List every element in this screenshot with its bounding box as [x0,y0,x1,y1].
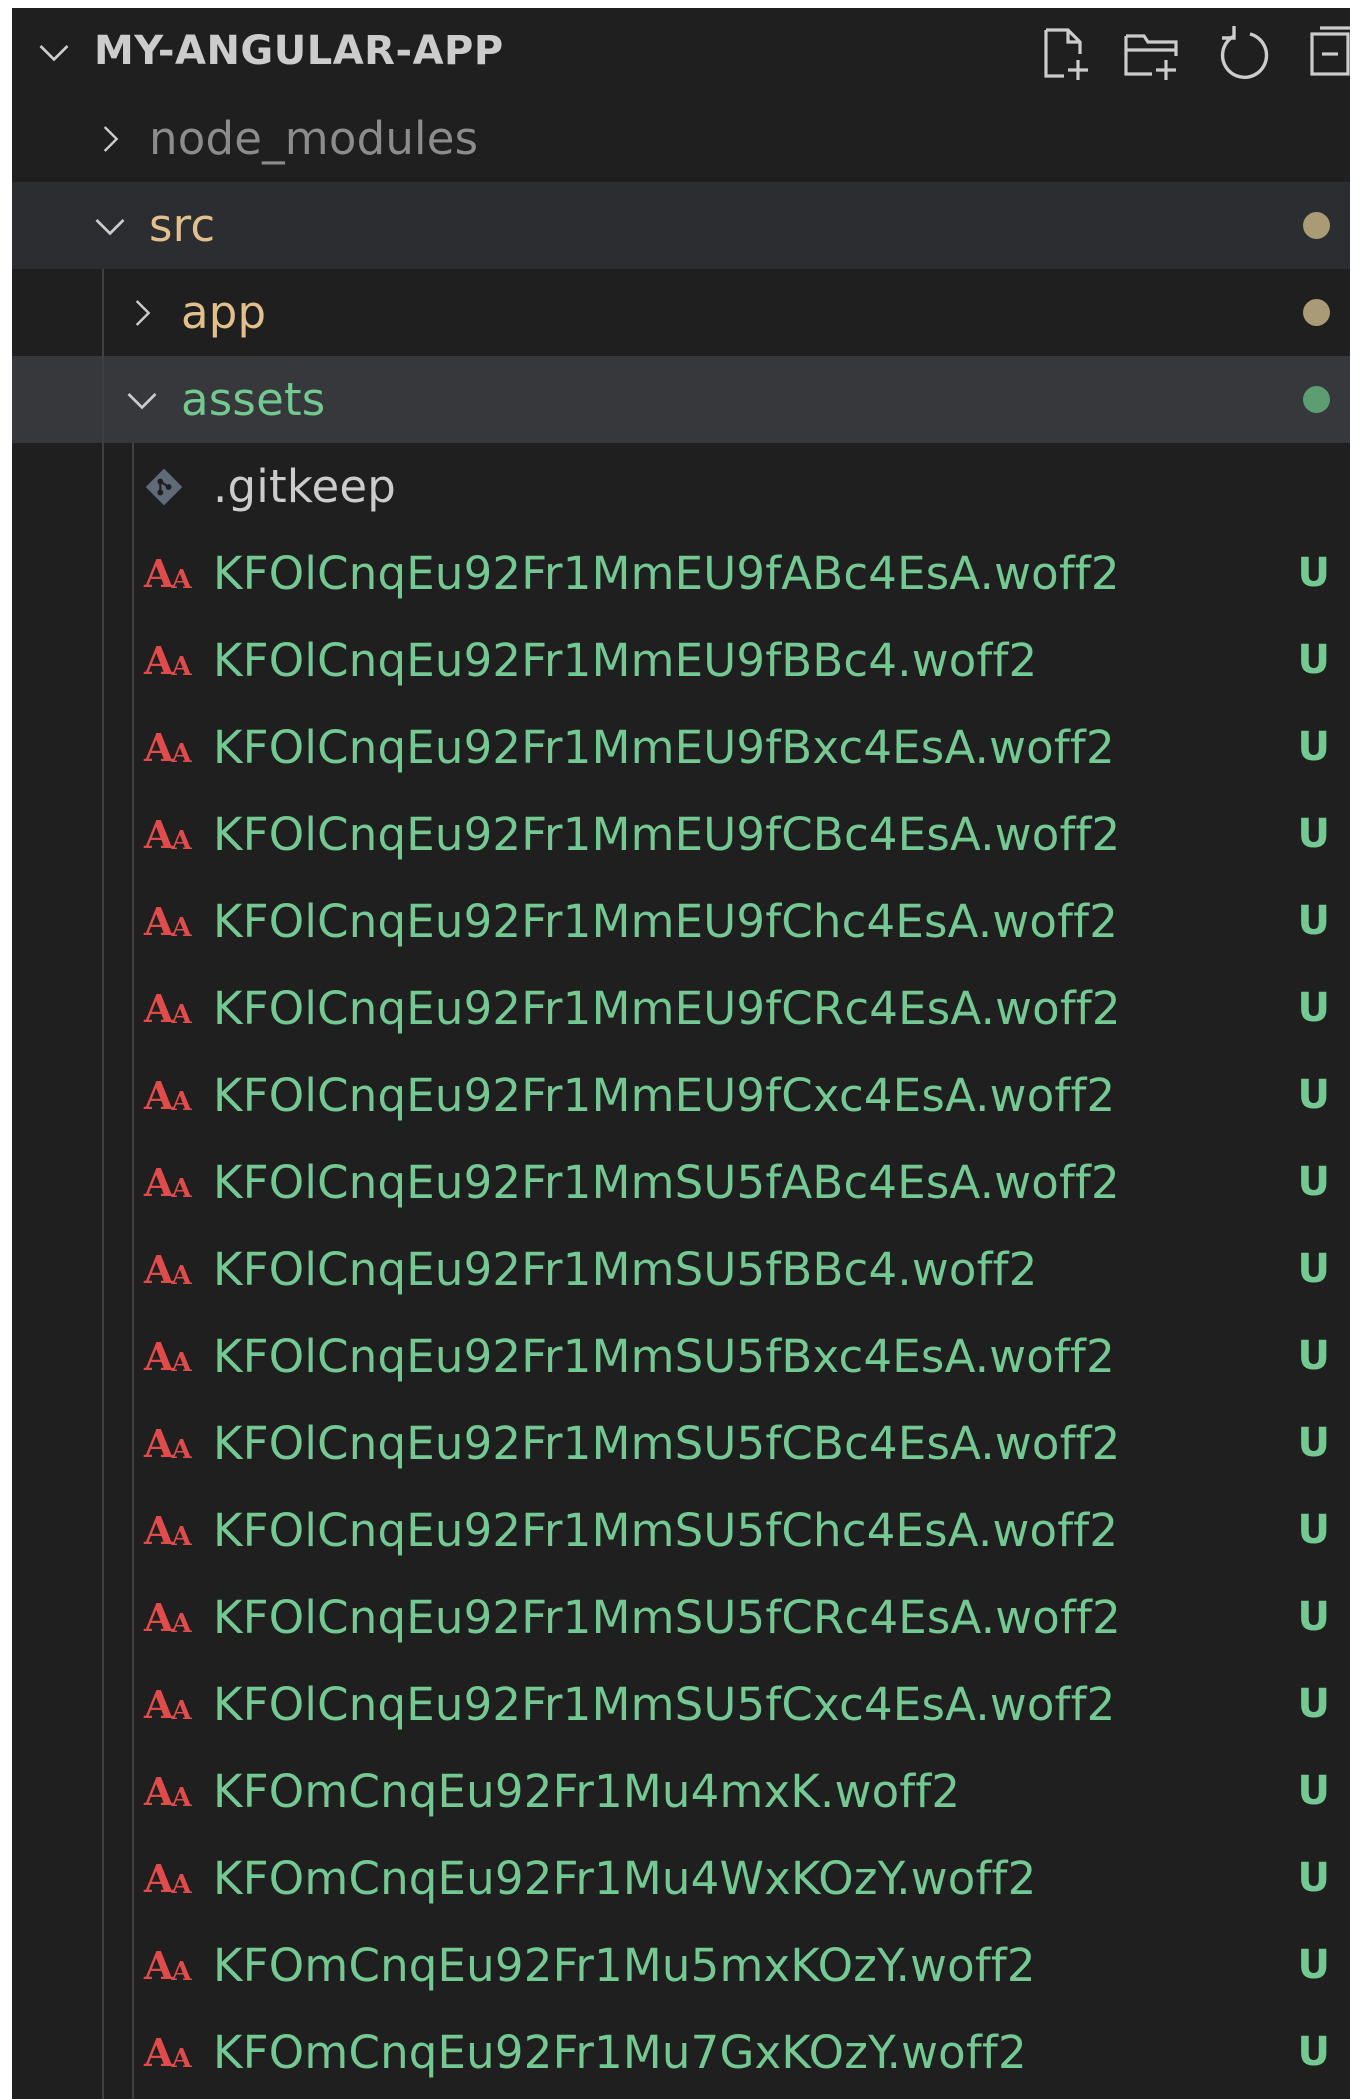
git-status-badge: U [1297,550,1330,596]
font-file-icon: AA [144,1682,192,1727]
explorer-header[interactable]: MY-ANGULAR-APP [12,8,1350,95]
git-status-badge: U [1297,1942,1330,1988]
file-label: KFOlCnqEu92Fr1MmEU9fChc4EsA.woff2 [213,895,1119,948]
folder-label: node_modules [149,112,479,165]
file-label: .gitkeep [213,460,397,513]
folder-label: assets [181,373,326,426]
file-row[interactable]: A A KFOlCnqEu92Fr1MmEU9fCBc4EsA.woff2 U [12,791,1350,878]
font-file-icon: AA [144,1334,192,1379]
file-row[interactable]: A A KFOlCnqEu92Fr1MmSU5fCRc4EsA.woff2 U [12,1574,1350,1661]
tree-item-app[interactable]: app [12,269,1350,356]
file-row[interactable]: A A KFOmCnqEu92Fr1Mu4mxK.woff2 U [12,1748,1350,1835]
git-status-badge: U [1297,1681,1330,1727]
file-row[interactable]: A A KFOlCnqEu92Fr1MmSU5fBxc4EsA.woff2 U [12,1313,1350,1400]
tree-item-node-modules[interactable]: node_modules [12,95,1350,182]
git-status-badge: U [1297,985,1330,1031]
git-status-badge: U [1297,1246,1330,1292]
file-label: KFOlCnqEu92Fr1MmSU5fCBc4EsA.woff2 [213,1417,1121,1470]
folder-label: src [149,199,216,252]
font-file-icon: AA [144,1508,192,1553]
font-file-icon: AA [144,899,192,944]
file-label: KFOmCnqEu92Fr1Mu4WxKOzY.woff2 [213,1852,1037,1905]
font-file-icon: AA [144,986,192,1031]
file-row[interactable]: A A KFOlCnqEu92Fr1MmSU5fCxc4EsA.woff2 U [12,1661,1350,1748]
file-row[interactable]: A A KFOlCnqEu92Fr1MmEU9fChc4EsA.woff2 U [12,878,1350,965]
file-row[interactable]: A A KFOlCnqEu92Fr1MmEU9fABc4EsA.woff2 U [12,530,1350,617]
git-status-badge: U [1297,1420,1330,1466]
git-status-badge: U [1297,898,1330,944]
untracked-dot-icon [1303,386,1330,413]
modified-dot-icon [1303,299,1330,326]
file-label: KFOlCnqEu92Fr1MmSU5fABc4EsA.woff2 [213,1156,1120,1209]
file-label: KFOlCnqEu92Fr1MmEU9fBBc4.woff2 [213,634,1038,687]
git-icon [142,443,186,530]
file-label: KFOmCnqEu92Fr1Mu4mxK.woff2 [213,1765,961,1818]
folder-label: app [181,286,267,339]
file-label: KFOlCnqEu92Fr1MmEU9fBxc4EsA.woff2 [213,721,1115,774]
font-file-icon: AA [144,1247,192,1292]
file-row[interactable]: A A KFOlCnqEu92Fr1MmEU9fCRc4EsA.woff2 U [12,965,1350,1052]
workspace-title: MY-ANGULAR-APP [94,28,504,74]
font-file-icon: AA [144,1160,192,1205]
git-status-badge: U [1297,811,1330,857]
new-folder-icon[interactable] [1120,22,1184,86]
git-status-badge: U [1297,1507,1330,1553]
tree-item-src[interactable]: src [12,182,1350,269]
font-file-icon: AA [144,638,192,683]
font-file-icon: AA [144,725,192,770]
chevron-right-icon [90,95,130,182]
file-label: KFOlCnqEu92Fr1MmEU9fCRc4EsA.woff2 [213,982,1121,1035]
file-row[interactable]: A A KFOlCnqEu92Fr1MmSU5fABc4EsA.woff2 U [12,1139,1350,1226]
git-status-badge: U [1297,637,1330,683]
file-label: KFOlCnqEu92Fr1MmEU9fCxc4EsA.woff2 [213,1069,1116,1122]
file-row[interactable]: A A KFOmCnqEu92Fr1Mu4WxKOzY.woff2 U [12,1835,1350,1922]
collapse-all-icon[interactable] [1304,22,1350,86]
tree-item-gitkeep[interactable]: .gitkeep [12,443,1350,530]
file-row[interactable]: A A KFOlCnqEu92Fr1MmSU5fCBc4EsA.woff2 U [12,1400,1350,1487]
chevron-down-icon [122,356,162,443]
font-file-icon: AA [144,551,192,596]
font-file-icon: AA [144,1769,192,1814]
new-file-icon[interactable] [1032,22,1096,86]
file-label: KFOlCnqEu92Fr1MmSU5fCRc4EsA.woff2 [213,1591,1121,1644]
font-file-icon: AA [144,1073,192,1118]
file-row[interactable]: A A KFOlCnqEu92Fr1MmEU9fBBc4.woff2 U [12,617,1350,704]
font-file-icon: AA [144,1943,192,1988]
file-row[interactable]: A A KFOlCnqEu92Fr1MmEU9fCxc4EsA.woff2 U [12,1052,1350,1139]
file-label: KFOlCnqEu92Fr1MmEU9fABc4EsA.woff2 [213,547,1120,600]
font-file-icon: AA [144,1595,192,1640]
file-label: KFOlCnqEu92Fr1MmSU5fBBc4.woff2 [213,1243,1038,1296]
file-label: KFOlCnqEu92Fr1MmSU5fChc4EsA.woff2 [213,1504,1119,1557]
file-label: KFOmCnqEu92Fr1Mu5mxKOzY.woff2 [213,1939,1036,1992]
git-status-badge: U [1297,1594,1330,1640]
git-status-badge: U [1297,1768,1330,1814]
explorer-panel: MY-ANGULAR-APP node_modules src app asse… [12,8,1350,2099]
git-status-badge: U [1297,1072,1330,1118]
chevron-right-icon [122,269,162,356]
font-file-icon: AA [144,1421,192,1466]
git-status-badge: U [1297,1855,1330,1901]
tree-item-assets[interactable]: assets [12,356,1350,443]
modified-dot-icon [1303,212,1330,239]
file-label: KFOmCnqEu92Fr1Mu7GxKOzY.woff2 [213,2026,1027,2079]
file-label: KFOlCnqEu92Fr1MmEU9fCBc4EsA.woff2 [213,808,1121,861]
file-row[interactable]: A A KFOlCnqEu92Fr1MmSU5fChc4EsA.woff2 U [12,1487,1350,1574]
file-row[interactable]: A A KFOlCnqEu92Fr1MmSU5fBBc4.woff2 U [12,1226,1350,1313]
file-row[interactable]: A A KFOmCnqEu92Fr1Mu7GxKOzY.woff2 U [12,2009,1350,2096]
file-row[interactable]: A A KFOmCnqEu92Fr1Mu5mxKOzY.woff2 U [12,1922,1350,2009]
chevron-down-icon[interactable] [34,8,74,95]
font-file-icon: AA [144,2030,192,2075]
git-status-badge: U [1297,1159,1330,1205]
file-label: KFOlCnqEu92Fr1MmSU5fCxc4EsA.woff2 [213,1678,1116,1731]
font-file-icon: AA [144,1856,192,1901]
font-file-icon: AA [144,812,192,857]
git-status-badge: U [1297,2029,1330,2075]
refresh-icon[interactable] [1212,22,1276,86]
file-label: KFOlCnqEu92Fr1MmSU5fBxc4EsA.woff2 [213,1330,1115,1383]
file-row[interactable]: A A KFOlCnqEu92Fr1MmEU9fBxc4EsA.woff2 U [12,704,1350,791]
chevron-down-icon [90,182,130,269]
git-status-badge: U [1297,1333,1330,1379]
git-status-badge: U [1297,724,1330,770]
